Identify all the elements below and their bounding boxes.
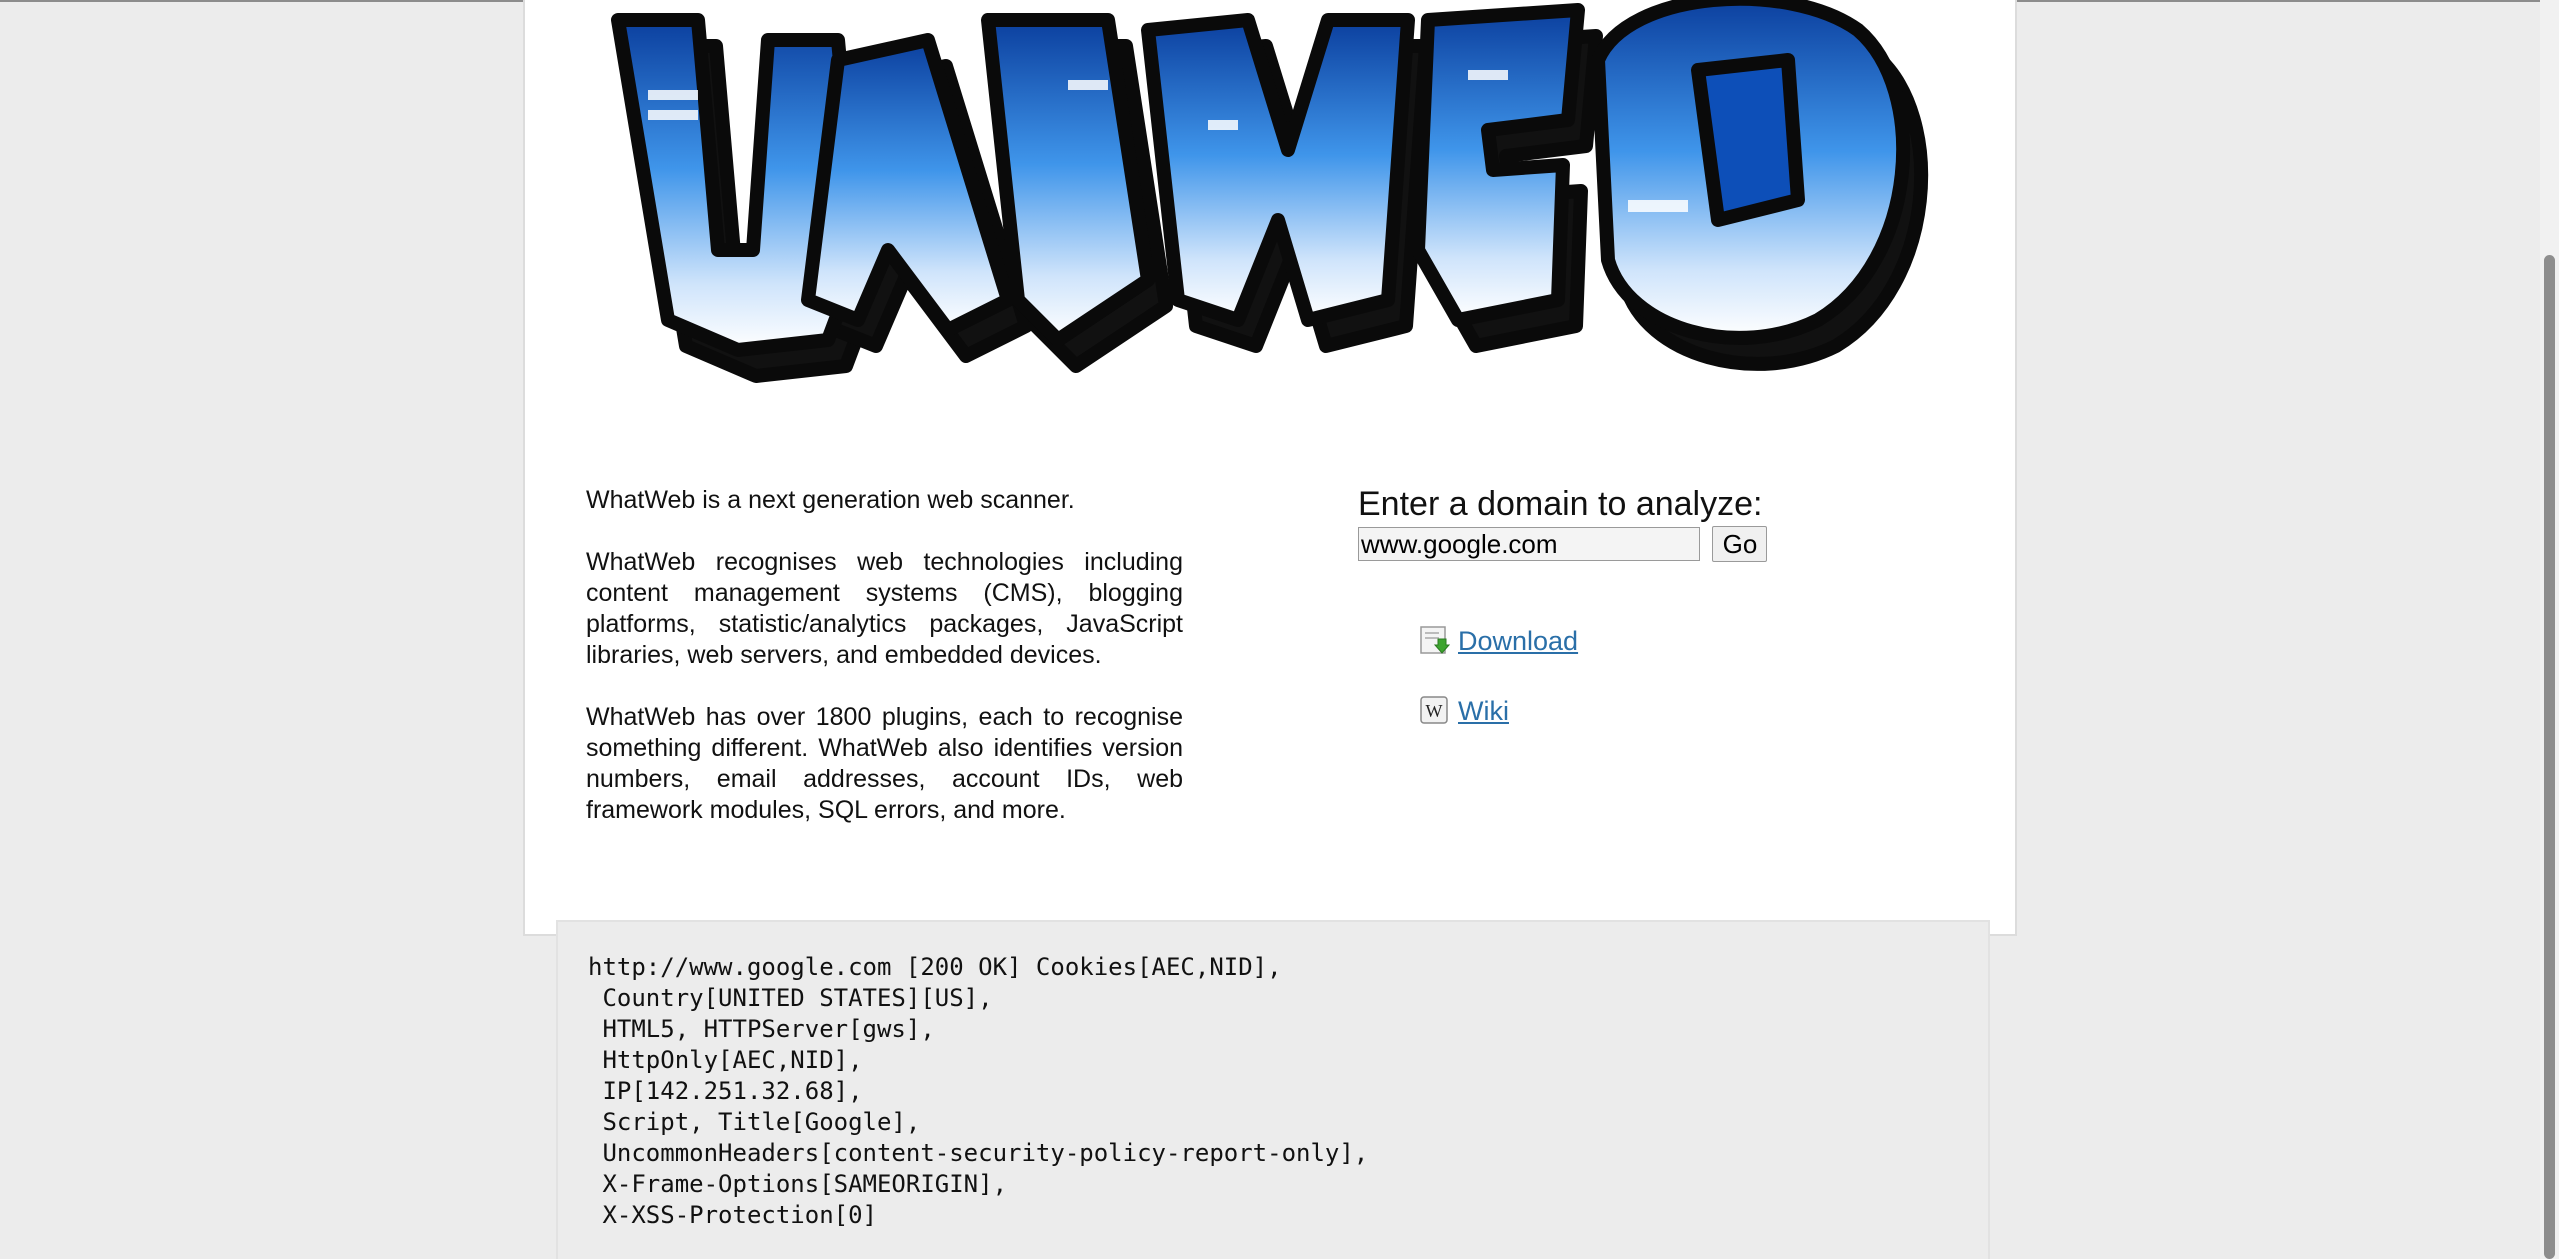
about-technologies: WhatWeb recognises web technologies incl… [586,548,1183,669]
wiki-icon: W [1420,696,1450,726]
domain-input[interactable] [1358,527,1700,561]
scan-result-output: http://www.google.com [200 OK] Cookies[A… [588,952,1368,1231]
analyze-form: Enter a domain to analyze: Go [1358,484,1768,562]
wiki-link[interactable]: Wiki [1458,696,1509,727]
result-line: Country[UNITED STATES][US], [588,984,993,1012]
result-line: X-Frame-Options[SAMEORIGIN], [588,1170,1008,1198]
wiki-link-row: W Wiki [1420,693,1578,729]
result-line: IP[142.251.32.68], [588,1077,863,1105]
about-plugins: WhatWeb has over 1800 plugins, each to r… [586,703,1183,824]
download-link-row: Download [1420,623,1578,659]
result-line: UncommonHeaders[content-security-policy-… [588,1139,1369,1167]
download-icon [1420,626,1451,656]
result-line: http://www.google.com [200 OK] Cookies[A… [588,953,1282,981]
result-line: X-XSS-Protection[0] [588,1201,877,1229]
svg-text:W: W [1426,701,1443,721]
result-line: Script, Title[Google], [588,1108,921,1136]
result-line: HTML5, HTTPServer[gws], [588,1015,935,1043]
about-intro: WhatWeb is a next generation web scanner… [586,486,1075,514]
analyze-heading: Enter a domain to analyze: [1358,485,1763,523]
result-line: HttpOnly[AEC,NID], [588,1046,863,1074]
whatweb-logo [611,0,1928,383]
about-section: WhatWeb is a next generation web scanner… [586,485,1183,857]
vertical-scrollbar-thumb[interactable] [2544,255,2555,1259]
download-link[interactable]: Download [1458,626,1578,657]
scan-result-box: http://www.google.com [200 OK] Cookies[A… [556,920,1990,1259]
resource-links: Download W Wiki [1420,623,1578,763]
go-button[interactable]: Go [1712,526,1768,562]
